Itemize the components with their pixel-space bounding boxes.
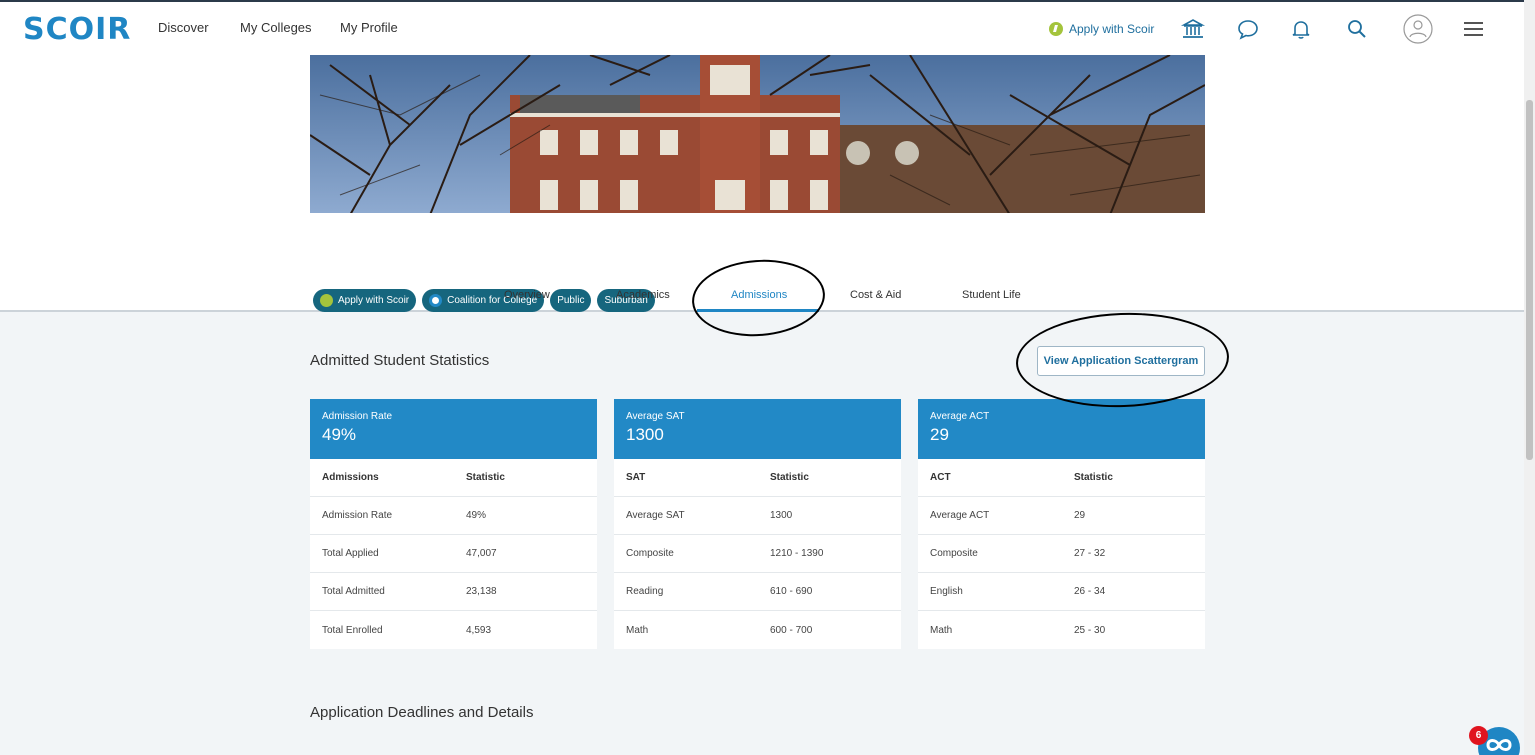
nav-my-colleges[interactable]: My Colleges: [240, 20, 312, 35]
scoir-apply-icon: [320, 294, 333, 307]
card-header-value: 29: [930, 425, 949, 444]
apply-with-scoir-label: Apply with Scoir: [1069, 22, 1155, 36]
tab-cost-aid[interactable]: Cost & Aid: [850, 289, 901, 311]
college-header: Apply with Scoir Coalition for College P…: [0, 55, 1524, 312]
deadlines-title: Application Deadlines and Details: [310, 704, 534, 721]
scrollbar-thumb[interactable]: [1526, 100, 1533, 460]
tab-admissions[interactable]: Admissions: [731, 289, 787, 311]
card-header: Admission Rate 49%: [310, 399, 597, 459]
card-header: Average ACT 29: [918, 399, 1205, 459]
average-sat-card: Average SAT 1300 SAT Statistic Average S…: [614, 399, 901, 649]
bell-icon[interactable]: [1288, 16, 1314, 42]
table-header-row: Admissions Statistic: [310, 459, 597, 497]
college-building-icon[interactable]: [1180, 16, 1206, 42]
coalition-icon: [429, 294, 443, 307]
table-row: Admission Rate 49%: [310, 497, 597, 535]
card-header-label: Average SAT: [626, 411, 685, 422]
card-header: Average SAT 1300: [614, 399, 901, 459]
scrollbar[interactable]: [1524, 0, 1535, 755]
admitted-stats-title: Admitted Student Statistics: [310, 352, 490, 369]
tab-overview[interactable]: Overview: [504, 289, 550, 311]
table-row: Math 600 - 700: [626, 624, 813, 636]
nav-my-profile[interactable]: My Profile: [340, 20, 398, 35]
card-header-label: Admission Rate: [322, 411, 393, 422]
campus-hero-image: [310, 55, 1205, 213]
table-row: Composite 27 - 32: [918, 535, 1205, 573]
average-act-card: Average ACT 29 ACT Statistic Average ACT…: [918, 399, 1205, 649]
card-header-label: Average ACT: [930, 411, 990, 422]
notification-badge: 6: [1469, 726, 1488, 745]
view-scattergram-button[interactable]: View Application Scattergram: [1037, 346, 1205, 376]
card-header-value: 49%: [322, 425, 357, 444]
tag-apply-with-scoir[interactable]: Apply with Scoir: [313, 289, 417, 312]
search-icon[interactable]: [1344, 16, 1370, 42]
table-row: English 26 - 34: [918, 573, 1205, 611]
table-header-row: ACT Statistic: [918, 459, 1205, 497]
tab-student-life[interactable]: Student Life: [962, 289, 1021, 311]
scoir-logo[interactable]: SCOIR: [23, 12, 131, 47]
table-row: Reading 610 - 690: [614, 573, 901, 611]
table-row: Total Admitted 23,138: [310, 573, 597, 611]
admission-rate-card: Admission Rate 49% Admissions Statistic …: [310, 399, 597, 649]
table-header-row: SAT Statistic: [614, 459, 901, 497]
table-row: Average ACT 29: [918, 497, 1205, 535]
nav-discover[interactable]: Discover: [158, 20, 209, 35]
table-row: Total Enrolled 4,593: [322, 624, 492, 636]
table-row: Math 25 - 30: [930, 624, 1106, 636]
card-header-value: 1300: [626, 425, 664, 444]
table-row: Average SAT 1300: [614, 497, 901, 535]
scoir-apply-icon: [1049, 22, 1063, 36]
top-navbar: SCOIR Discover My Colleges My Profile Ap…: [0, 0, 1524, 55]
table-row: Composite 1210 - 1390: [614, 535, 901, 573]
menu-icon[interactable]: [1461, 16, 1487, 42]
college-tags: Apply with Scoir Coalition for College P…: [313, 289, 655, 312]
avatar-icon[interactable]: [1402, 13, 1434, 45]
apply-with-scoir-link[interactable]: Apply with Scoir: [1049, 22, 1154, 36]
tab-academics[interactable]: Academics: [616, 289, 670, 311]
table-row: Total Applied 47,007: [310, 535, 597, 573]
tag-public[interactable]: Public: [550, 289, 592, 312]
active-tab-indicator: [697, 309, 819, 312]
message-icon[interactable]: [1235, 16, 1261, 42]
